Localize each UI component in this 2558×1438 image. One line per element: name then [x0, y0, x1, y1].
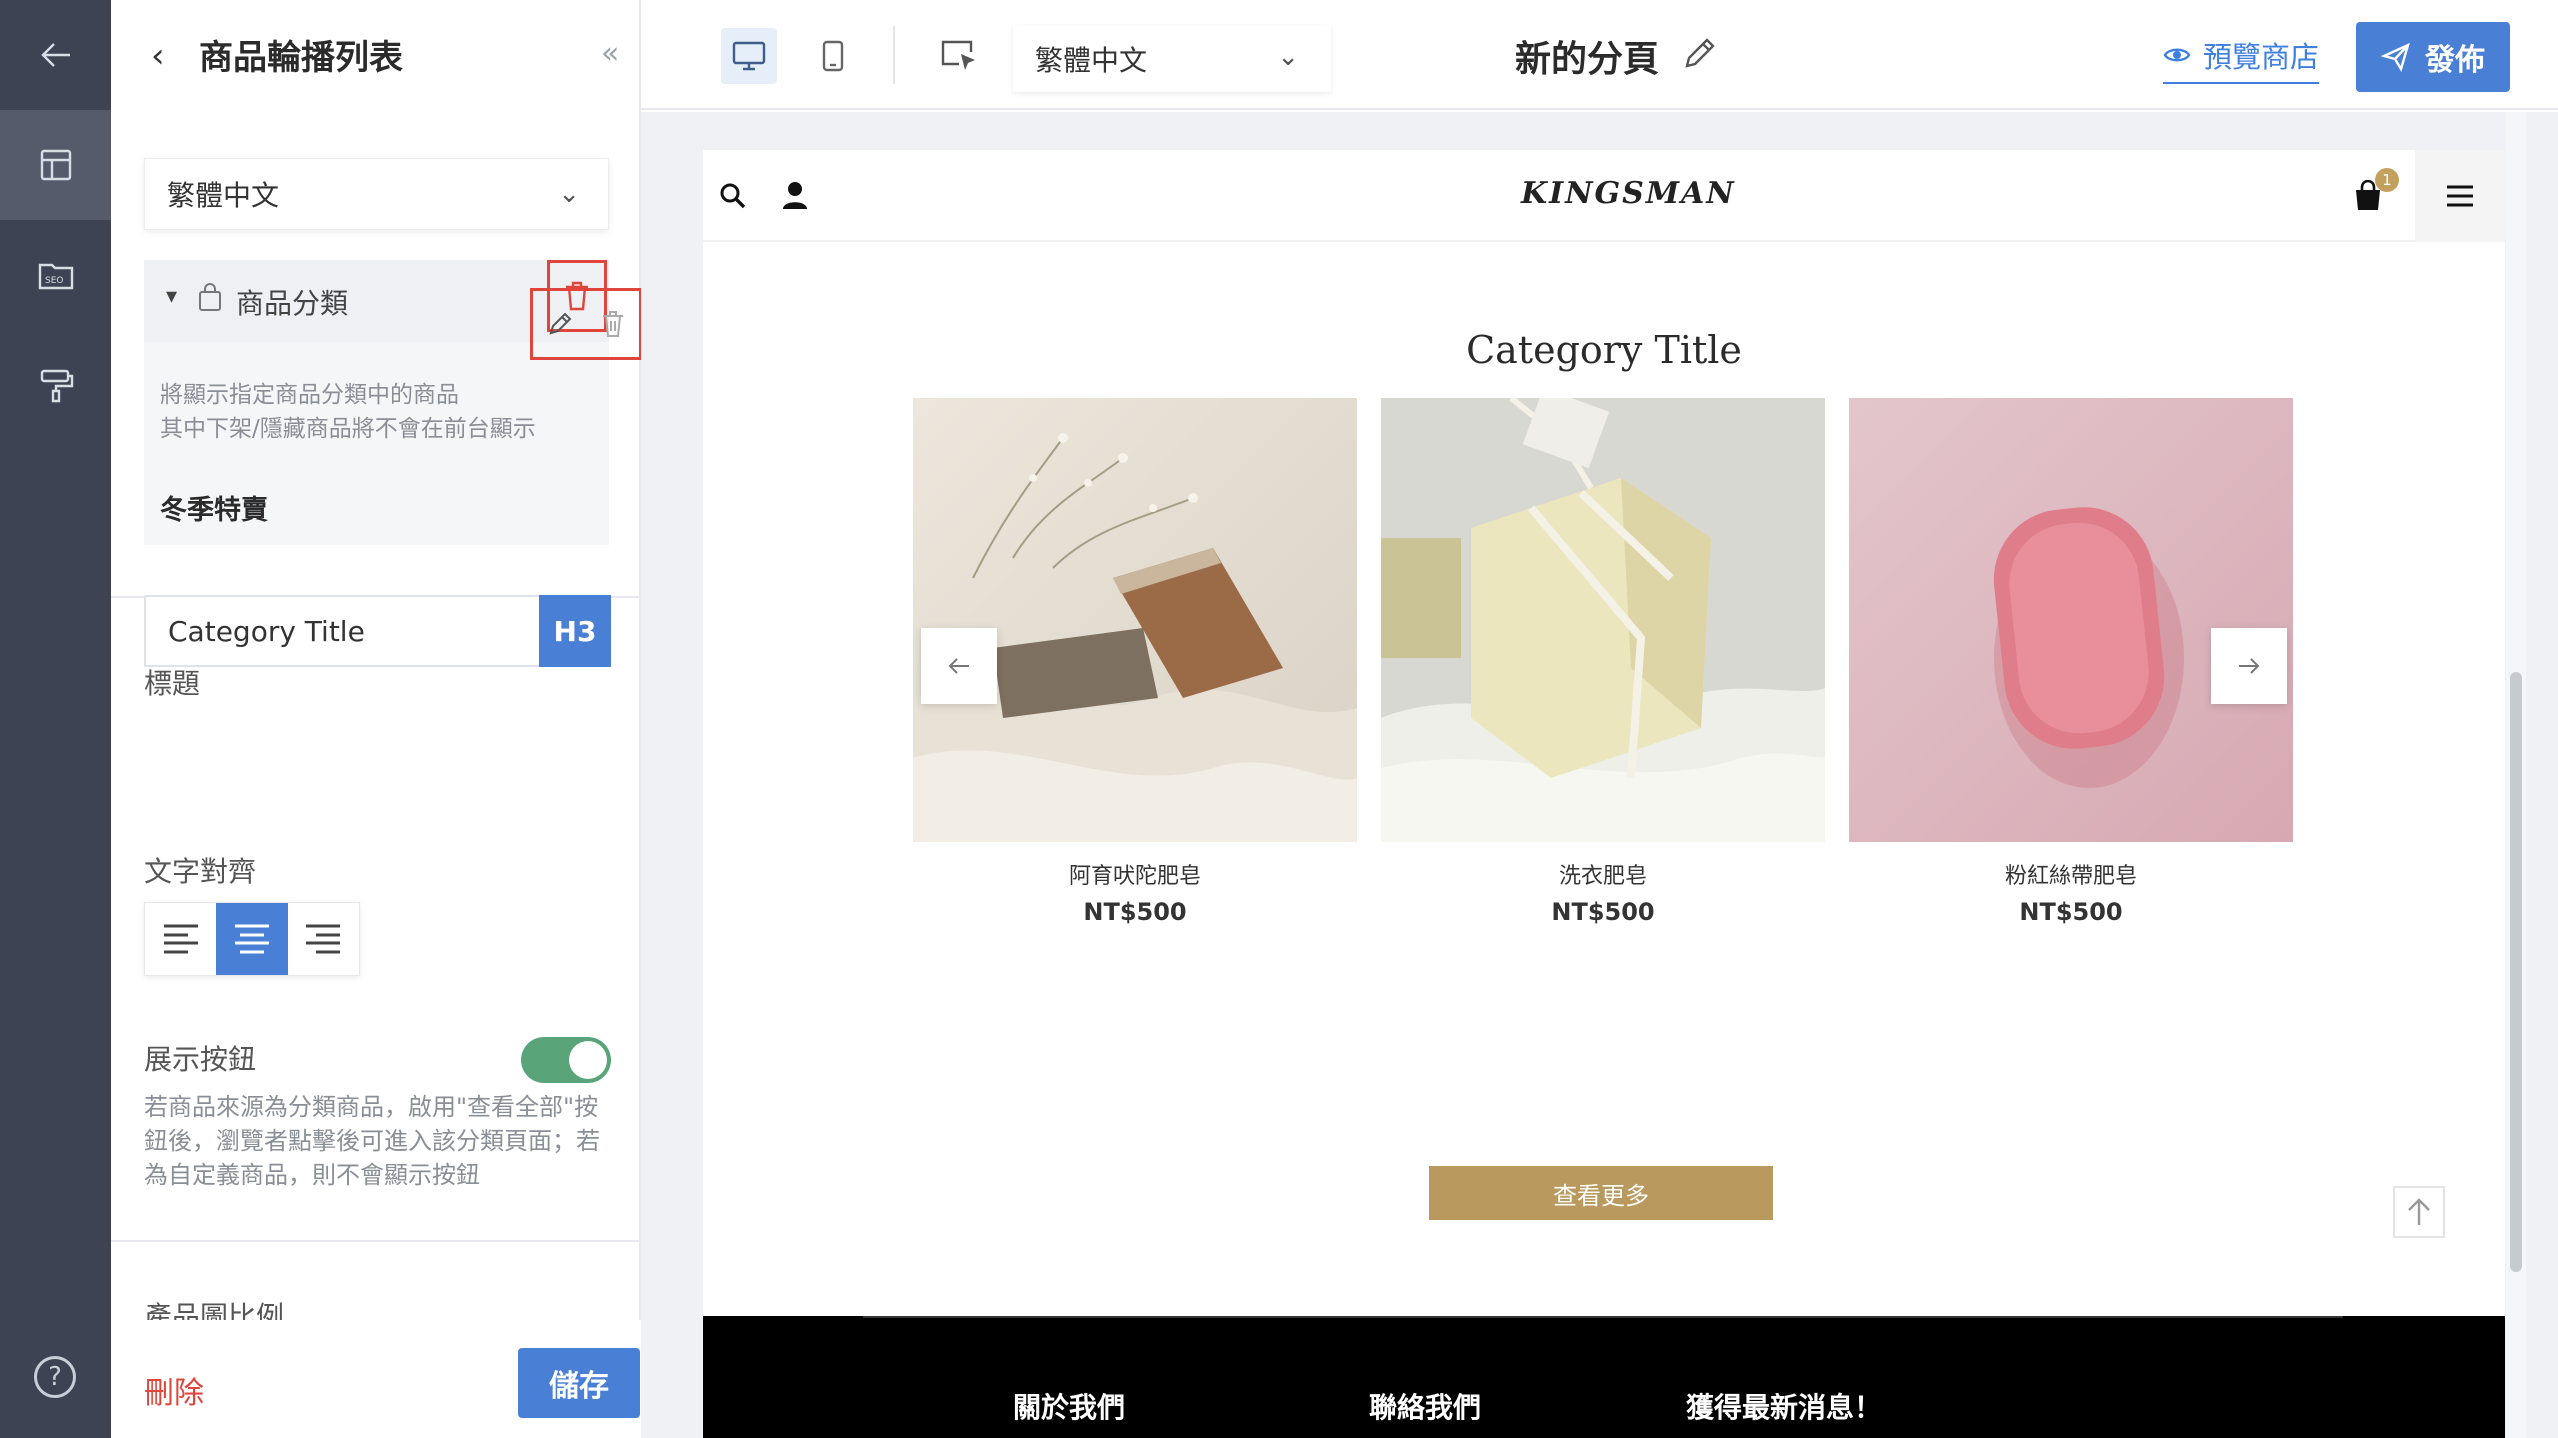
send-icon: [2381, 42, 2410, 72]
align-center-icon: [234, 924, 269, 954]
category-description-line: 其中下架/隱藏商品將不會在前台顯示: [160, 416, 536, 442]
desktop-view-button[interactable]: [721, 28, 777, 84]
product-image[interactable]: [1381, 398, 1825, 842]
chevron-left-icon[interactable]: ‹: [151, 36, 165, 76]
arrow-left-icon: [948, 658, 969, 674]
settings-panel: ‹ 商品輪播列表 « 繁體中文 ⌄ ▾ 商品分類 將顯示指定商品分類中的商品 其…: [111, 0, 665, 1438]
language-select[interactable]: 繁體中文 ⌄: [144, 158, 609, 230]
text-align-group: [144, 902, 360, 976]
left-rail: SEO ?: [0, 0, 113, 1438]
align-right-button[interactable]: [288, 903, 359, 975]
hamburger-menu-button[interactable]: [2415, 150, 2505, 242]
mobile-view-button[interactable]: [805, 28, 861, 84]
svg-text:SEO: SEO: [45, 276, 63, 286]
back-arrow-icon[interactable]: [0, 0, 111, 110]
preview-store-link[interactable]: 預覽商店: [2163, 34, 2320, 84]
product-price: NT$500: [1551, 898, 1655, 926]
pencil-icon[interactable]: [1681, 34, 1719, 72]
site-brand-logo[interactable]: KINGSMAN: [1521, 176, 1736, 211]
scrollbar-thumb[interactable]: [2510, 672, 2522, 1272]
panel-header: ‹ 商品輪播列表 «: [111, 0, 641, 110]
align-left-icon: [163, 924, 198, 954]
show-button-toggle[interactable]: [521, 1037, 611, 1083]
desktop-icon: [732, 41, 766, 71]
layout-icon[interactable]: [0, 110, 113, 220]
site-preview: KINGSMAN 1 Category Title 阿育吠陀肥皂 NT$500: [703, 150, 2505, 1438]
site-footer: 關於我們 聯絡我們 獲得最新消息！: [703, 1316, 2505, 1438]
cursor-select-icon: [941, 40, 975, 70]
pencil-icon[interactable]: [547, 311, 573, 337]
toolbar-separator: [893, 26, 895, 84]
category-description: 將顯示指定商品分類中的商品 其中下架/隱藏商品將不會在前台顯示: [160, 378, 536, 446]
show-button-label: 展示按鈕: [144, 1043, 257, 1076]
publish-label: 發佈: [2425, 43, 2485, 78]
user-icon[interactable]: [781, 180, 809, 210]
collapse-panel-icon[interactable]: «: [601, 36, 619, 71]
caret-down-icon[interactable]: ▾: [166, 284, 177, 309]
view-more-button[interactable]: 查看更多: [1429, 1166, 1773, 1220]
title-input-value: Category Title: [168, 614, 365, 648]
mobile-icon: [822, 40, 844, 72]
title-input[interactable]: Category Title: [144, 595, 539, 667]
align-right-icon: [306, 924, 341, 954]
align-center-button[interactable]: [216, 903, 288, 975]
product-price: NT$500: [1083, 898, 1187, 926]
text-align-label: 文字對齊: [144, 855, 257, 888]
language-select-value: 繁體中文: [167, 179, 280, 212]
footer-link-newsletter[interactable]: 獲得最新消息！: [1686, 1386, 1882, 1426]
select-element-button[interactable]: [931, 28, 987, 84]
arrow-right-icon: [2239, 658, 2260, 674]
panel-content: 繁體中文 ⌄ ▾ 商品分類 將顯示指定商品分類中的商品 其中下架/隱藏商品將不會…: [111, 110, 641, 1320]
product-name[interactable]: 粉紅絲帶肥皂: [1849, 858, 2293, 890]
top-toolbar: 繁體中文 ⌄ 新的分頁 預覽商店 發佈: [641, 0, 2558, 110]
toggle-knob: [569, 1041, 607, 1079]
eye-icon: [2163, 48, 2191, 62]
publish-button[interactable]: 發佈: [2356, 22, 2510, 92]
delete-button[interactable]: 刪除: [144, 1368, 204, 1412]
product-name[interactable]: 阿育吠陀肥皂: [913, 858, 1357, 890]
heading-level-button[interactable]: H3: [539, 595, 611, 667]
product-name[interactable]: 洗衣肥皂: [1381, 858, 1825, 890]
chevron-down-icon: ⌄: [1277, 42, 1299, 72]
hamburger-icon: [2447, 185, 2473, 207]
shopping-bag-icon: [199, 283, 221, 311]
preview-store-label: 預覽商店: [2203, 40, 2320, 74]
image-ratio-label: 產品圖比例: [144, 1300, 285, 1320]
category-label: 商品分類: [236, 287, 349, 320]
chevron-down-icon: ⌄: [558, 179, 580, 209]
toolbar-language-value: 繁體中文: [1035, 44, 1148, 77]
search-icon[interactable]: [719, 182, 747, 210]
show-button-description: 若商品來源為分類商品，啟用"查看全部"按鈕後，瀏覽者點擊後可進入該分類頁面；若為…: [144, 1093, 600, 1189]
footer-link-about[interactable]: 關於我們: [1013, 1386, 1125, 1426]
trash-icon[interactable]: [601, 310, 625, 338]
scroll-to-top-button[interactable]: [2393, 1186, 2445, 1238]
product-image[interactable]: [913, 398, 1357, 842]
panel-footer: 刪除 儲存: [111, 1320, 641, 1438]
toolbar-language-select[interactable]: 繁體中文 ⌄: [1013, 26, 1331, 92]
page-name: 新的分頁: [1515, 39, 1660, 80]
panel-title: 商品輪播列表: [199, 38, 403, 78]
category-description-line: 將顯示指定商品分類中的商品: [160, 382, 459, 408]
align-left-button[interactable]: [145, 903, 216, 975]
cart-count-badge: 1: [2375, 168, 2399, 192]
category-item-name: 冬季特賣: [160, 495, 268, 526]
arrow-up-icon: [2408, 1198, 2430, 1225]
category-item-actions: [530, 288, 641, 360]
title-field-label: 標題: [144, 667, 201, 700]
site-navbar: KINGSMAN 1: [703, 150, 2505, 242]
help-icon[interactable]: ?: [34, 1356, 76, 1398]
save-button[interactable]: 儲存: [518, 1348, 640, 1418]
footer-divider: [863, 1316, 2343, 1318]
carousel-prev-button[interactable]: [921, 628, 997, 704]
divider: [111, 1240, 641, 1242]
seo-folder-icon[interactable]: SEO: [0, 220, 111, 330]
section-title: Category Title: [1466, 328, 1742, 372]
product-card[interactable]: 洗衣肥皂 NT$500: [1381, 398, 1825, 926]
product-price: NT$500: [2019, 898, 2123, 926]
carousel-next-button[interactable]: [2211, 628, 2287, 704]
paint-roller-icon[interactable]: [0, 330, 111, 440]
footer-link-contact[interactable]: 聯絡我們: [1369, 1386, 1481, 1426]
product-image[interactable]: [1849, 398, 2293, 842]
canvas-scrollbar[interactable]: [2506, 112, 2526, 1438]
